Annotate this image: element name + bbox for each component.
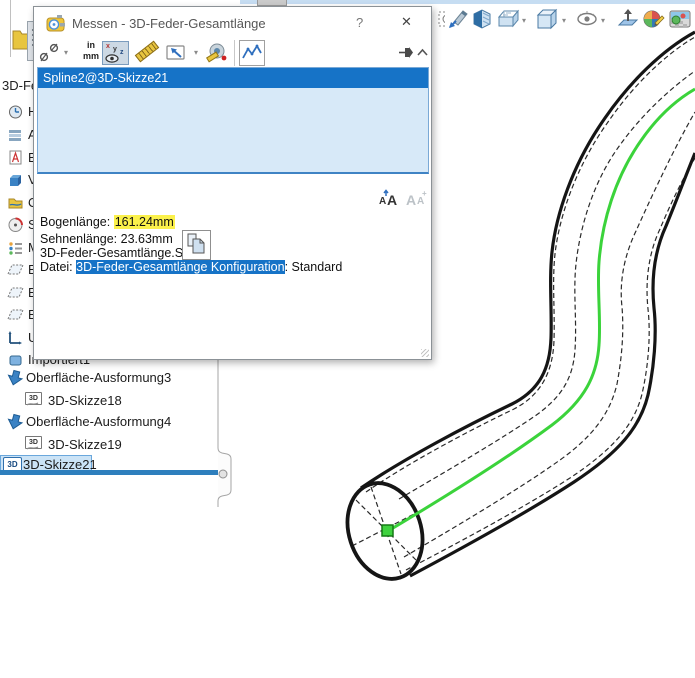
toolbar-divider — [234, 40, 235, 66]
units-button[interactable]: in mm — [81, 40, 101, 62]
selected-entity-row[interactable]: Spline2@3D-Skizze21 — [38, 68, 428, 88]
apply-scene-icon[interactable] — [668, 7, 692, 31]
font-decrease-button[interactable]: A A + — [405, 188, 429, 208]
svg-text:A: A — [406, 192, 416, 208]
origin-icon — [7, 329, 24, 346]
projected-on-icon[interactable] — [164, 41, 190, 65]
point-to-point-icon[interactable] — [135, 41, 159, 63]
dashed-quarter-upper — [399, 71, 695, 499]
collapse-chevron-icon[interactable] — [415, 41, 430, 65]
file-label: Datei: — [40, 260, 73, 274]
svg-text:A: A — [387, 192, 397, 208]
plane-icon — [7, 261, 24, 278]
svg-text:+: + — [422, 189, 427, 198]
display-style-icon[interactable] — [535, 7, 559, 31]
tree-item-loft3[interactable]: Oberfläche-Ausformung3 — [0, 368, 218, 388]
zoom-to-area-icon[interactable] — [433, 7, 445, 31]
solid-bodies-icon — [7, 171, 24, 188]
tree-item-loft4[interactable]: Oberfläche-Ausformung4 — [0, 412, 218, 432]
dialog-resize-grip[interactable] — [421, 349, 429, 357]
hide-show-items-icon[interactable] — [575, 7, 599, 31]
arc-measure-icon[interactable] — [37, 41, 63, 65]
tree-item-sketch18[interactable]: 3D 3D-Skizze18 — [0, 391, 218, 411]
pin-icon[interactable] — [398, 41, 415, 65]
tube-outline-lower — [410, 153, 695, 576]
surface-bodies-icon — [7, 194, 24, 211]
material-icon — [7, 239, 24, 256]
measurement-chart-button[interactable] — [239, 40, 265, 66]
normal-to-icon[interactable] — [616, 7, 640, 31]
measure-dialog[interactable]: Messen - 3D-Feder-Gesamtlänge ? ✕ ▾ in m… — [33, 6, 432, 360]
arc-length-label: Bogenlänge: — [40, 215, 110, 229]
copy-button[interactable] — [182, 230, 211, 260]
projected-on-dropdown[interactable]: ▾ — [194, 49, 198, 57]
plane-icon — [7, 284, 24, 301]
section-view-icon[interactable] — [470, 7, 494, 31]
spline-endpoint-marker[interactable] — [382, 525, 393, 536]
surface-loft-icon — [6, 369, 23, 386]
toolbar-edge-strip — [240, 0, 695, 4]
history-icon — [7, 103, 24, 120]
panel-splitter[interactable] — [210, 355, 240, 515]
hide-show-dropdown[interactable]: ▾ — [601, 17, 605, 25]
imported-icon — [7, 351, 24, 368]
display-style-dropdown[interactable]: ▾ — [562, 17, 566, 25]
arc-length-line: Bogenlänge: 161.24mm — [40, 215, 175, 229]
show-xyz-button[interactable]: x y z — [102, 41, 129, 65]
rollback-bar[interactable] — [0, 470, 218, 475]
close-button[interactable]: ✕ — [396, 14, 417, 30]
font-increase-button[interactable]: A A — [378, 188, 402, 208]
chord-length-label: Sehnenlänge: — [40, 232, 117, 246]
surface-loft-icon — [6, 413, 23, 430]
file-config-line: Datei: 3D-Feder-Gesamtlänge Konfiguratio… — [40, 260, 342, 274]
help-button[interactable]: ? — [352, 15, 367, 30]
dialog-title: Messen - 3D-Feder-Gesamtlänge — [72, 16, 266, 31]
headsup-view-toolbar: ▾ ▾ ▾ — [430, 5, 695, 35]
equations-icon — [7, 216, 24, 233]
section-tool-icon[interactable] — [446, 7, 470, 31]
sketch3d-icon: 3D — [25, 436, 42, 453]
chord-length-value: 23.63mm — [121, 232, 173, 246]
tree-item-sketch19[interactable]: 3D 3D-Skizze19 — [0, 435, 218, 455]
edit-appearance-icon[interactable] — [642, 7, 666, 31]
splitter-grip[interactable] — [219, 470, 227, 478]
panel-divider-line — [10, 0, 11, 57]
measure-history-icon[interactable] — [206, 41, 232, 65]
sensors-icon — [7, 126, 24, 143]
annotations-icon — [7, 149, 24, 166]
measure-tape-icon — [46, 14, 66, 34]
view-orientation-dropdown[interactable]: ▾ — [522, 17, 526, 25]
chord-length-line: Sehnenlänge: 23.63mm — [40, 232, 173, 246]
arc-length-value: 161.24mm — [114, 215, 175, 229]
config-rest-text: : Standard — [285, 260, 343, 274]
config-selected-text: 3D-Feder-Gesamtlänge Konfiguration — [76, 260, 284, 274]
selection-list[interactable]: Spline2@3D-Skizze21 — [37, 67, 429, 174]
measured-spline[interactable] — [388, 89, 695, 531]
sketch3d-icon: 3D — [25, 392, 42, 409]
svg-text:A: A — [379, 196, 386, 207]
arc-measure-dropdown[interactable]: ▾ — [64, 49, 68, 57]
plane-icon — [7, 306, 24, 323]
dashed-edge-lower — [406, 158, 695, 570]
view-orientation-icon[interactable] — [495, 7, 519, 31]
